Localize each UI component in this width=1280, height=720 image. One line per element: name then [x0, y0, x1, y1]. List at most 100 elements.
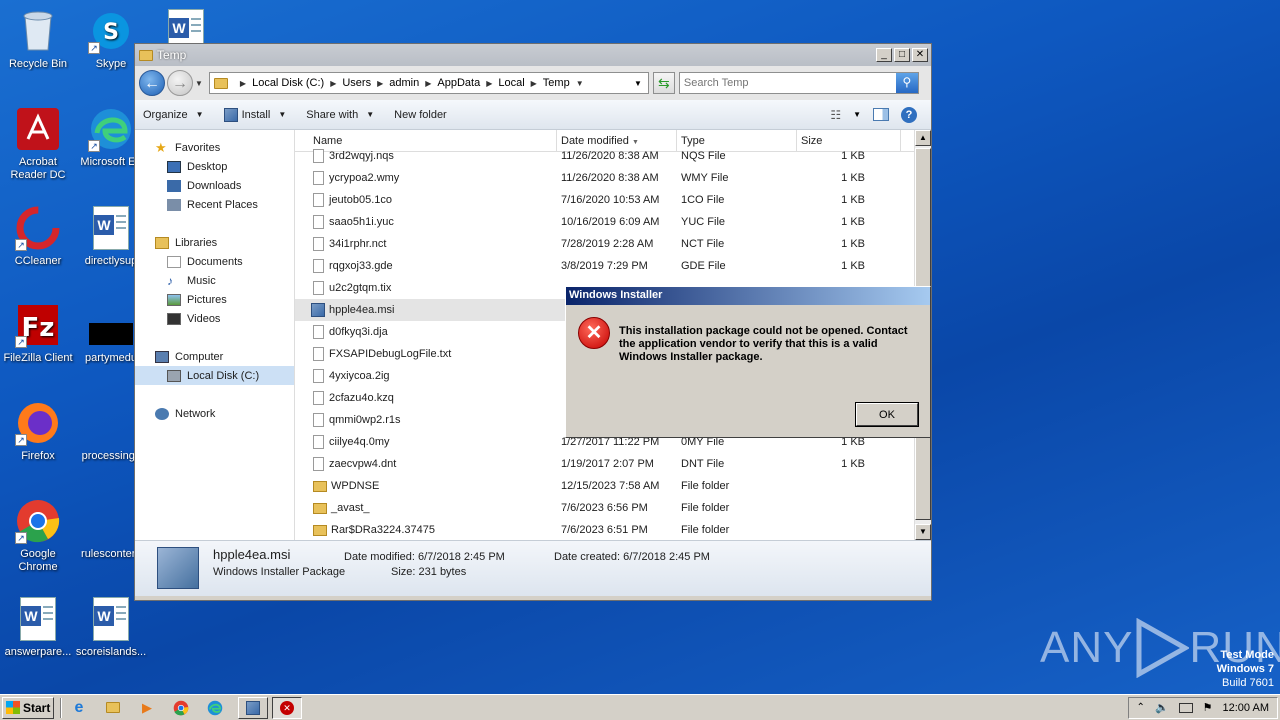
close-button[interactable]: ✕ — [912, 48, 928, 62]
folder-icon — [139, 49, 153, 61]
breadcrumb-item[interactable]: Local — [498, 77, 524, 89]
file-explorer-icon[interactable] — [102, 697, 124, 719]
desktop-icon-ccleaner[interactable]: ↗ CCleaner — [0, 205, 76, 268]
address-dropdown[interactable]: ▼ — [634, 79, 642, 88]
nav-computer[interactable]: Computer — [135, 347, 294, 366]
nav-favorites[interactable]: ★ Favorites — [135, 138, 294, 157]
desktop-icon-scoreislands[interactable]: W scoreislands... — [73, 596, 149, 659]
media-player-icon[interactable]: ▶ — [136, 697, 158, 719]
breadcrumb-item[interactable]: Users — [342, 77, 371, 89]
file-icon — [313, 171, 324, 185]
star-icon: ★ — [155, 139, 167, 155]
blank-file-icon — [88, 400, 134, 446]
blank-file-icon — [88, 302, 134, 348]
show-hidden-icons-icon[interactable]: ⌃ — [1137, 702, 1145, 713]
refresh-button[interactable]: ⇆ — [652, 72, 675, 94]
volume-icon[interactable]: 🔈 — [1155, 701, 1169, 714]
nav-recent-places[interactable]: Recent Places — [135, 195, 294, 214]
recent-pages-dropdown[interactable]: ▼ — [195, 79, 203, 88]
acrobat-icon — [15, 106, 61, 152]
search-input[interactable] — [679, 77, 896, 89]
help-icon[interactable]: ? — [901, 106, 917, 123]
desktop-icon-acrobat[interactable]: Acrobat Reader DC — [0, 106, 76, 182]
scroll-down-button[interactable]: ▼ — [915, 524, 931, 540]
internet-explorer-icon[interactable]: e — [68, 697, 90, 719]
column-header-name[interactable]: Name — [295, 130, 557, 151]
breadcrumb-item[interactable]: admin — [389, 77, 419, 89]
drive-icon — [167, 369, 181, 382]
column-header-type[interactable]: Type — [677, 130, 797, 151]
nav-local-disk[interactable]: Local Disk (C:) — [135, 366, 294, 385]
file-row[interactable]: zaecvpw4.dnt 1/19/2017 2:07 PM DNT File … — [295, 453, 931, 475]
taskbar-installer-button[interactable] — [238, 696, 268, 719]
share-with-menu[interactable]: Share with ▼ — [306, 109, 374, 121]
file-row[interactable]: ycrypoa2.wmy 11/26/2020 8:38 AM WMY File… — [295, 167, 931, 189]
desktop-icon-label: FileZilla Client — [3, 352, 73, 364]
desktop-icon-label: answerpare... — [4, 646, 72, 658]
nav-music[interactable]: ♪ Music — [135, 271, 294, 290]
desktop-icon-answerpare[interactable]: W answerpare... — [0, 596, 76, 659]
folder-row[interactable]: WPDNSE 12/15/2023 7:58 AM File folder — [295, 475, 931, 497]
file-icon — [313, 193, 324, 207]
desktop-icon-filezilla[interactable]: Fz ↗ FileZilla Client — [0, 302, 76, 365]
explorer-titlebar[interactable]: Temp _ □ ✕ — [135, 44, 931, 66]
folder-row[interactable]: _avast_ 7/6/2023 6:56 PM File folder — [295, 497, 931, 519]
view-options-icon[interactable]: ☷ — [830, 108, 841, 122]
pictures-icon — [167, 293, 181, 306]
desktop-icon-recycle-bin[interactable]: Recycle Bin — [0, 8, 76, 71]
scroll-up-button[interactable]: ▲ — [915, 130, 931, 146]
music-icon: ♪ — [167, 273, 173, 288]
column-header-date[interactable]: Date modified ▼ — [557, 130, 677, 151]
desktop-icon-label: Acrobat Reader DC — [10, 156, 66, 181]
folder-icon — [313, 480, 327, 492]
desktop-icon-firefox[interactable]: ↗ Firefox — [0, 400, 76, 463]
action-center-flag-icon[interactable]: ⚑ — [1203, 701, 1213, 714]
file-row[interactable]: rqgxoj33.gde 3/8/2019 7:29 PM GDE File 1… — [295, 255, 931, 277]
chrome-icon[interactable] — [170, 697, 192, 719]
nav-libraries[interactable]: Libraries — [135, 233, 294, 252]
nav-videos[interactable]: Videos — [135, 309, 294, 328]
address-bar[interactable]: ▶ Local Disk (C:) ▶ Users ▶ admin ▶ AppData … — [208, 72, 649, 94]
firefox-icon: ↗ — [15, 400, 61, 446]
word-document-icon: W — [88, 596, 134, 642]
details-size: Size: 231 bytes — [391, 566, 467, 578]
forward-button[interactable]: → — [167, 70, 193, 96]
dialog-message: This installation package could not be o… — [619, 325, 908, 363]
file-row[interactable]: saao5h1i.yuc 10/16/2019 6:09 AM YUC File… — [295, 211, 931, 233]
dialog-title[interactable]: Windows Installer — [566, 287, 930, 305]
back-button[interactable]: ← — [139, 70, 165, 96]
clock[interactable]: 12:00 AM — [1223, 702, 1269, 714]
nav-documents[interactable]: Documents — [135, 252, 294, 271]
maximize-button[interactable]: □ — [894, 48, 910, 62]
desktop-icon-chrome[interactable]: ↗ Google Chrome — [0, 498, 76, 574]
taskbar: Start e ▶ ✕ ⌃ 🔈 ⚑ 12:00 AM — [0, 694, 1280, 720]
network-icon[interactable] — [1178, 702, 1193, 713]
breadcrumb-item[interactable]: AppData — [437, 77, 480, 89]
file-icon — [313, 457, 324, 471]
organize-menu[interactable]: Organize ▼ — [143, 109, 204, 121]
file-row[interactable]: 34i1rphr.nct 7/28/2019 2:28 AM NCT File … — [295, 233, 931, 255]
breadcrumb-item[interactable]: Temp — [543, 77, 570, 89]
nav-pictures[interactable]: Pictures — [135, 290, 294, 309]
minimize-button[interactable]: _ — [876, 48, 892, 62]
breadcrumb-item[interactable]: Local Disk (C:) — [252, 77, 324, 89]
file-row[interactable]: jeutob05.1co 7/16/2020 10:53 AM 1CO File… — [295, 189, 931, 211]
windows-installer-dialog: Windows Installer ✕ This installation pa… — [565, 286, 931, 438]
install-button[interactable]: Install ▼ — [223, 107, 286, 122]
search-icon[interactable]: ⚲ — [895, 73, 918, 93]
preview-pane-icon[interactable] — [873, 108, 889, 121]
view-dropdown[interactable]: ▼ — [853, 110, 861, 119]
nav-network[interactable]: Network — [135, 404, 294, 423]
column-header-size[interactable]: Size — [797, 130, 901, 151]
details-file-type: Windows Installer Package — [213, 566, 346, 578]
nav-downloads[interactable]: Downloads — [135, 176, 294, 195]
word-document-icon: W — [88, 205, 134, 251]
taskbar-error-dialog-button[interactable]: ✕ — [272, 696, 302, 719]
folder-row[interactable]: Rar$DRa3224.37475 7/6/2023 6:51 PM File … — [295, 519, 931, 540]
new-folder-button[interactable]: New folder — [394, 109, 447, 121]
ok-button[interactable]: OK — [855, 402, 919, 427]
nav-desktop[interactable]: Desktop — [135, 157, 294, 176]
edge-icon[interactable] — [204, 697, 226, 719]
svg-text:S: S — [103, 20, 119, 45]
start-button[interactable]: Start — [2, 696, 54, 719]
